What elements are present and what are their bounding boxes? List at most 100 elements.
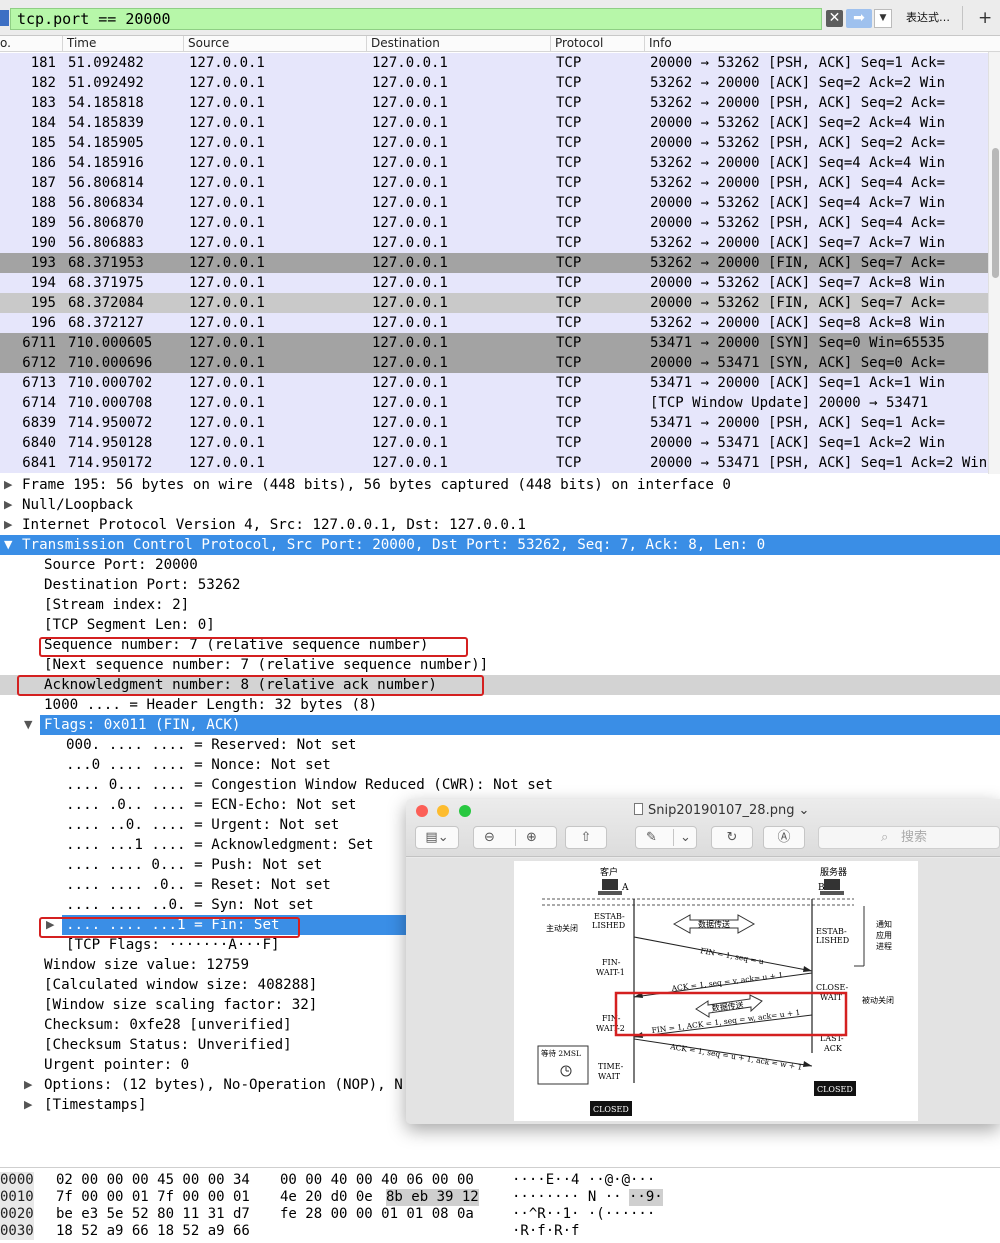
filter-history-dropdown[interactable]: ▼ (874, 9, 892, 28)
apply-filter-icon[interactable]: ➡ (846, 9, 872, 28)
packet-row[interactable]: 187 56.806814 127.0.0.1 127.0.0.1 TCP 53262 →… (0, 173, 1000, 193)
packet-cell-no: 183 (30, 95, 56, 111)
packet-row[interactable]: 185 54.185905 127.0.0.1 127.0.0.1 TCP 20000 →… (0, 133, 1000, 153)
sidebar-toggle-button[interactable]: ▤⌄ (415, 826, 459, 849)
state-closed-label: CLOSED (817, 1085, 853, 1094)
collapse-triangle-icon[interactable]: ▼ (4, 535, 12, 555)
preview-titlebar[interactable]: Snip20190107_28.png ⌄ ▤⌄ ⊖ ⊕ ⇧ ✎ ⌄ ↻ Ⓐ ⌕ … (406, 799, 1000, 857)
tree-item-src-port[interactable]: Source Port: 20000 (0, 555, 1000, 575)
packet-row[interactable]: 6840 714.950128 127.0.0.1 127.0.0.1 TCP 20000… (0, 433, 1000, 453)
flag-nonce[interactable]: ...0 .... .... = Nonce: Not set (0, 755, 1000, 775)
packet-list[interactable]: 181 51.092482 127.0.0.1 127.0.0.1 TCP 20000 →… (0, 52, 1000, 474)
zoom-window-icon[interactable] (459, 805, 471, 817)
packet-cell-proto: TCP (556, 315, 582, 331)
packet-row[interactable]: 194 68.371975 127.0.0.1 127.0.0.1 TCP 20000 →… (0, 273, 1000, 293)
clear-filter-icon[interactable]: ✕ (826, 10, 843, 27)
tree-item-label: Destination Port: 53262 (44, 577, 241, 593)
packet-row[interactable]: 6712 710.000696 127.0.0.1 127.0.0.1 TCP 20000… (0, 353, 1000, 373)
minimize-window-icon[interactable] (437, 805, 449, 817)
packet-cell-proto: TCP (556, 395, 582, 411)
packet-cell-time: 68.372084 (68, 295, 144, 311)
expand-triangle-icon[interactable]: ▶ (4, 475, 12, 495)
toolbar-divider (962, 6, 963, 30)
annotate-button[interactable]: Ⓐ (763, 826, 805, 849)
packet-row[interactable]: 193 68.371953 127.0.0.1 127.0.0.1 TCP 53262 →… (0, 253, 1000, 273)
packet-cell-proto: TCP (556, 295, 582, 311)
column-header-protocol[interactable]: Protocol (550, 36, 603, 52)
markup-button[interactable]: ✎ ⌄ (635, 826, 697, 849)
column-header-time[interactable]: Time (62, 36, 96, 52)
tree-item-header-length[interactable]: 1000 .... = Header Length: 32 bytes (8) (0, 695, 1000, 715)
tree-item-label: [TCP Segment Len: 0] (44, 617, 215, 633)
packet-cell-no: 6711 (22, 335, 56, 351)
packet-row[interactable]: 189 56.806870 127.0.0.1 127.0.0.1 TCP 20000 →… (0, 213, 1000, 233)
packet-row[interactable]: 181 51.092482 127.0.0.1 127.0.0.1 TCP 20000 →… (0, 53, 1000, 73)
zoom-controls[interactable]: ⊖ ⊕ (473, 826, 557, 849)
annotation-box-sequence (39, 637, 468, 657)
packet-row[interactable]: 6714 710.000708 127.0.0.1 127.0.0.1 TCP [TCP … (0, 393, 1000, 413)
packet-cell-no: 6712 (22, 355, 56, 371)
column-header-info[interactable]: Info (644, 36, 672, 52)
expand-triangle-icon[interactable]: ▶ (24, 1095, 32, 1115)
flag-cwr[interactable]: .... 0... .... = Congestion Window Reduc… (0, 775, 1000, 795)
tree-item-frame[interactable]: ▶ Frame 195: 56 bytes on wire (448 bits)… (0, 475, 1000, 495)
state-fin-wait-1: WAIT-1 (596, 968, 625, 977)
chevron-down-icon[interactable]: ⌄ (680, 827, 691, 848)
tree-item-segment-len[interactable]: [TCP Segment Len: 0] (0, 615, 1000, 635)
expand-triangle-icon[interactable]: ▶ (4, 515, 12, 535)
expand-triangle-icon[interactable]: ▶ (24, 1075, 32, 1095)
packet-bytes-pane[interactable]: 0000 02 00 00 00 45 00 00 34 00 00 40 00… (0, 1167, 1000, 1243)
expression-button[interactable]: 表达式… (906, 10, 950, 26)
zoom-out-icon[interactable]: ⊖ (484, 827, 495, 848)
share-button[interactable]: ⇧ (565, 826, 607, 849)
column-header-destination[interactable]: Destination (366, 36, 440, 52)
packet-cell-proto: TCP (556, 115, 582, 131)
flag-reserved[interactable]: 000. .... .... = Reserved: Not set (0, 735, 1000, 755)
chevron-down-icon[interactable]: ⌄ (798, 803, 809, 818)
collapse-triangle-icon[interactable]: ▼ (24, 715, 32, 735)
packet-row[interactable]: 188 56.806834 127.0.0.1 127.0.0.1 TCP 20000 →… (0, 193, 1000, 213)
hex-row[interactable]: 0030 18 52 a9 66 18 52 a9 66 ·R·f·R·f (0, 1223, 1000, 1240)
tree-item-label: .... 0... .... = Congestion Window Reduc… (66, 777, 553, 793)
preview-filename: Snip20190107_28.png (648, 803, 795, 818)
rotate-button[interactable]: ↻ (711, 826, 753, 849)
add-filter-button[interactable]: + (978, 6, 992, 30)
packet-row[interactable]: 6839 714.950072 127.0.0.1 127.0.0.1 TCP 53471… (0, 413, 1000, 433)
packet-row[interactable]: 186 54.185916 127.0.0.1 127.0.0.1 TCP 53262 →… (0, 153, 1000, 173)
packet-cell-dst: 127.0.0.1 (372, 455, 448, 471)
packet-list-scroll-thumb[interactable] (992, 148, 999, 278)
packet-cell-time: 714.950128 (68, 435, 153, 451)
packet-row[interactable]: 196 68.372127 127.0.0.1 127.0.0.1 TCP 53262 →… (0, 313, 1000, 333)
tree-item-label: .... ...1 .... = Acknowledgment: Set (66, 837, 374, 853)
packet-row[interactable]: 6841 714.950172 127.0.0.1 127.0.0.1 TCP 20000… (0, 453, 1000, 473)
hex-row[interactable]: 0020 be e3 5e 52 80 11 31 d7 fe 28 00 00… (0, 1206, 1000, 1223)
tree-item-tcp[interactable]: ▼ Transmission Control Protocol, Src Por… (0, 535, 1000, 555)
expand-triangle-icon[interactable]: ▶ (4, 495, 12, 515)
packet-row[interactable]: 183 54.185818 127.0.0.1 127.0.0.1 TCP 53262 →… (0, 93, 1000, 113)
column-header-no[interactable]: o. (0, 36, 11, 52)
zoom-in-icon[interactable]: ⊕ (526, 827, 537, 848)
hex-row[interactable]: 0010 7f 00 00 01 7f 00 00 01 4e 20 d0 0e… (0, 1189, 1000, 1206)
tree-item-flags[interactable]: ▼ Flags: 0x011 (FIN, ACK) (0, 715, 1000, 735)
hex-row[interactable]: 0000 02 00 00 00 45 00 00 34 00 00 40 00… (0, 1172, 1000, 1189)
packet-row[interactable]: 182 51.092492 127.0.0.1 127.0.0.1 TCP 53262 →… (0, 73, 1000, 93)
packet-row[interactable]: 184 54.185839 127.0.0.1 127.0.0.1 TCP 20000 →… (0, 113, 1000, 133)
packet-row[interactable]: 6713 710.000702 127.0.0.1 127.0.0.1 TCP 53471… (0, 373, 1000, 393)
tree-item-stream-index[interactable]: [Stream index: 2] (0, 595, 1000, 615)
preview-window[interactable]: Snip20190107_28.png ⌄ ▤⌄ ⊖ ⊕ ⇧ ✎ ⌄ ↻ Ⓐ ⌕ … (406, 799, 1000, 1124)
tree-item-label: [Window size scaling factor: 32] (44, 997, 318, 1013)
packet-row[interactable]: 195 68.372084 127.0.0.1 127.0.0.1 TCP 20000 →… (0, 293, 1000, 313)
packet-row[interactable]: 190 56.806883 127.0.0.1 127.0.0.1 TCP 53262 →… (0, 233, 1000, 253)
packet-row[interactable]: 6711 710.000605 127.0.0.1 127.0.0.1 TCP 53471… (0, 333, 1000, 353)
label-a: A (621, 883, 629, 893)
close-window-icon[interactable] (416, 805, 428, 817)
tree-item-next-sequence[interactable]: [Next sequence number: 7 (relative seque… (0, 655, 1000, 675)
column-header-source[interactable]: Source (183, 36, 229, 52)
display-filter-input[interactable]: tcp.port == 20000 (10, 8, 822, 30)
tree-item-dst-port[interactable]: Destination Port: 53262 (0, 575, 1000, 595)
tree-item-null-loopback[interactable]: ▶ Null/Loopback (0, 495, 1000, 515)
preview-title[interactable]: Snip20190107_28.png ⌄ (634, 802, 809, 820)
filter-bookmark-icon[interactable] (0, 10, 9, 26)
preview-search-field[interactable]: ⌕ 搜索 (818, 826, 1000, 849)
tree-item-ipv4[interactable]: ▶ Internet Protocol Version 4, Src: 127.… (0, 515, 1000, 535)
